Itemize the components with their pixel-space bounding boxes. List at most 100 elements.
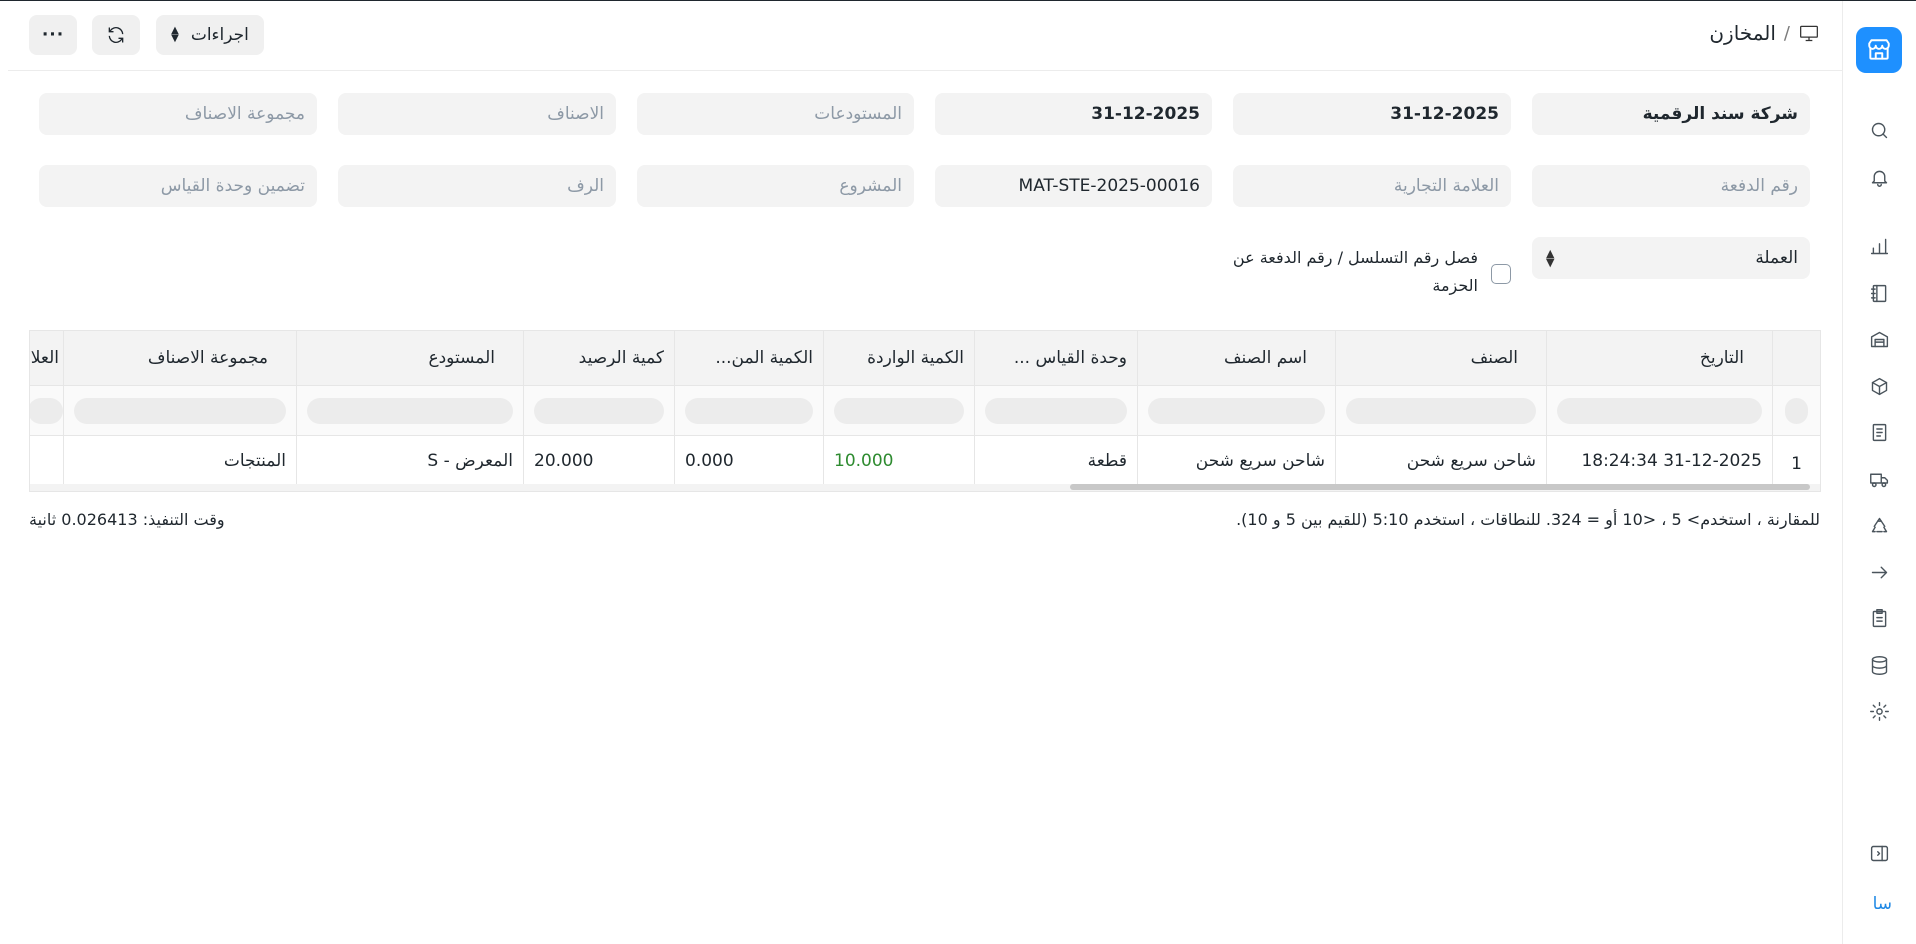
header-in-qty[interactable]: الكمية الواردة <box>823 331 974 385</box>
cell-item-name: شاحن سريع شحن <box>1137 436 1335 486</box>
actions-button[interactable]: اجراءات ▲ ▼ <box>156 15 264 55</box>
breadcrumb-separator: / <box>1783 22 1790 44</box>
separate-serial-label-line2: الحزمة <box>1432 276 1478 295</box>
refresh-button[interactable] <box>92 15 140 55</box>
filter-input[interactable] <box>985 397 1127 424</box>
header-brand[interactable]: العلا <box>30 331 63 385</box>
item-group-field[interactable]: مجموعة الاصناف <box>39 93 317 135</box>
header-date[interactable]: التاريخ <box>1546 331 1772 385</box>
table-header: التاريخ الصنف اسم الصنف وحدة القياس ... … <box>30 331 1820 385</box>
cell-uom: قطعة <box>974 436 1137 486</box>
filter-in-qty <box>823 386 974 435</box>
header-item-group[interactable]: مجموعة الاصناف <box>63 331 296 385</box>
filter-item-group <box>63 386 296 435</box>
header-balance-qty[interactable]: كمية الرصيد <box>523 331 674 385</box>
filter-input[interactable] <box>1346 397 1536 424</box>
search-icon[interactable] <box>1868 119 1890 141</box>
separate-serial-checkbox[interactable] <box>1491 264 1511 284</box>
filter-input[interactable] <box>307 397 513 424</box>
filter-item <box>1335 386 1546 435</box>
updown-chevron-icon: ▲ ▼ <box>1546 247 1555 269</box>
report-table: التاريخ الصنف اسم الصنف وحدة القياس ... … <box>29 330 1821 492</box>
more-button[interactable]: ··· <box>29 15 77 55</box>
from-date-field[interactable]: 31-12-2025 <box>1233 93 1511 135</box>
updown-chevron-icon: ▲ ▼ <box>171 25 179 44</box>
scrollbar-thumb[interactable] <box>1070 484 1810 490</box>
filter-warehouse <box>296 386 523 435</box>
toggle-sidebar-icon[interactable] <box>1868 842 1890 864</box>
project-field[interactable]: المشروع <box>637 165 914 207</box>
breadcrumb: / المخازن <box>1709 21 1820 45</box>
include-uom-field[interactable]: تضمين وحدة القياس <box>39 165 317 207</box>
items-field[interactable]: الاصناف <box>338 93 616 135</box>
filter-input[interactable] <box>1785 397 1808 424</box>
recycle-icon[interactable] <box>1868 514 1890 536</box>
currency-select[interactable]: العملة ▲ ▼ <box>1532 237 1810 279</box>
refresh-icon <box>108 26 124 44</box>
cell-balance-qty: 20.000 <box>523 436 674 486</box>
cell-brand <box>30 436 63 486</box>
avatar[interactable]: سا <box>1873 894 1892 914</box>
filter-item-name <box>1137 386 1335 435</box>
header-item[interactable]: الصنف <box>1335 331 1546 385</box>
header-index <box>1772 331 1820 385</box>
brand-field[interactable]: العلامة التجارية <box>1233 165 1511 207</box>
filter-input[interactable] <box>74 397 286 424</box>
warehouse-icon[interactable] <box>1868 328 1890 350</box>
sidebar: سا <box>1842 1 1916 944</box>
filter-input[interactable] <box>685 397 813 424</box>
row-index: 1 <box>1772 436 1820 486</box>
filter-input[interactable] <box>834 397 964 424</box>
chart-icon[interactable] <box>1868 235 1890 257</box>
separate-serial-label-line1: فصل رقم التسلسل / رقم الدفعة عن <box>1232 248 1478 267</box>
database-icon[interactable] <box>1868 654 1890 676</box>
voucher-no-field[interactable]: MAT-STE-2025-00016 <box>935 165 1212 207</box>
table-filter-row <box>30 385 1820 436</box>
filter-brand <box>30 386 63 435</box>
table-row[interactable]: 1 31-12-2025 18:24:34 شاحن سريع شحن شاحن… <box>30 436 1820 486</box>
filter-input[interactable] <box>1148 397 1325 424</box>
filter-hint: للمقارنة ، استخدم> 5 ، <10 أو = 324. للن… <box>1236 510 1820 529</box>
box-icon[interactable] <box>1868 375 1890 397</box>
filter-out-qty <box>674 386 823 435</box>
page-title[interactable]: المخازن <box>1709 21 1776 45</box>
header-item-name[interactable]: اسم الصنف <box>1137 331 1335 385</box>
filter-balance-qty <box>523 386 674 435</box>
cell-warehouse[interactable]: المعرض - S <box>296 436 523 486</box>
cell-in-qty: 10.000 <box>823 436 974 486</box>
to-date-field[interactable]: 31-12-2025 <box>935 93 1212 135</box>
cell-date: 31-12-2025 18:24:34 <box>1546 436 1772 486</box>
store-icon <box>1868 39 1890 60</box>
horizontal-scrollbar[interactable] <box>30 484 1820 491</box>
desktop-icon[interactable] <box>1798 23 1820 43</box>
shelf-field[interactable]: الرف <box>338 165 616 207</box>
company-field[interactable]: شركة سند الرقمية <box>1532 93 1810 135</box>
clipboard-icon[interactable] <box>1868 607 1890 629</box>
bell-icon[interactable] <box>1868 166 1890 188</box>
execution-time: وقت التنفيذ: 0.026413 ثانية <box>29 510 225 529</box>
batch-no-field[interactable]: رقم الدفعة <box>1532 165 1810 207</box>
gear-icon[interactable] <box>1868 700 1890 722</box>
filter-uom <box>974 386 1137 435</box>
filter-index <box>1772 386 1820 435</box>
header-out-qty[interactable]: الكمية المن... <box>674 331 823 385</box>
truck-icon[interactable] <box>1868 468 1890 490</box>
currency-label: العملة <box>1755 248 1798 268</box>
document-icon[interactable] <box>1868 421 1890 443</box>
app-logo[interactable] <box>1856 27 1902 73</box>
page-header: / المخازن اجراءات ▲ ▼ ··· <box>8 1 1842 71</box>
cell-out-qty: 0.000 <box>674 436 823 486</box>
filter-input[interactable] <box>30 397 63 424</box>
header-warehouse[interactable]: المستودع <box>296 331 523 385</box>
warehouses-field[interactable]: المستودعات <box>637 93 914 135</box>
filter-date <box>1546 386 1772 435</box>
separate-serial-label: فصل رقم التسلسل / رقم الدفعة عن الحزمة <box>1178 244 1478 300</box>
filter-input[interactable] <box>1557 397 1762 424</box>
arrow-right-icon[interactable] <box>1868 561 1890 583</box>
actions-label: اجراءات <box>190 25 249 45</box>
filter-input[interactable] <box>534 397 664 424</box>
cell-item[interactable]: شاحن سريع شحن <box>1335 436 1546 486</box>
cell-item-group[interactable]: المنتجات <box>63 436 296 486</box>
header-uom[interactable]: وحدة القياس ... <box>974 331 1137 385</box>
ledger-icon[interactable] <box>1868 282 1890 304</box>
